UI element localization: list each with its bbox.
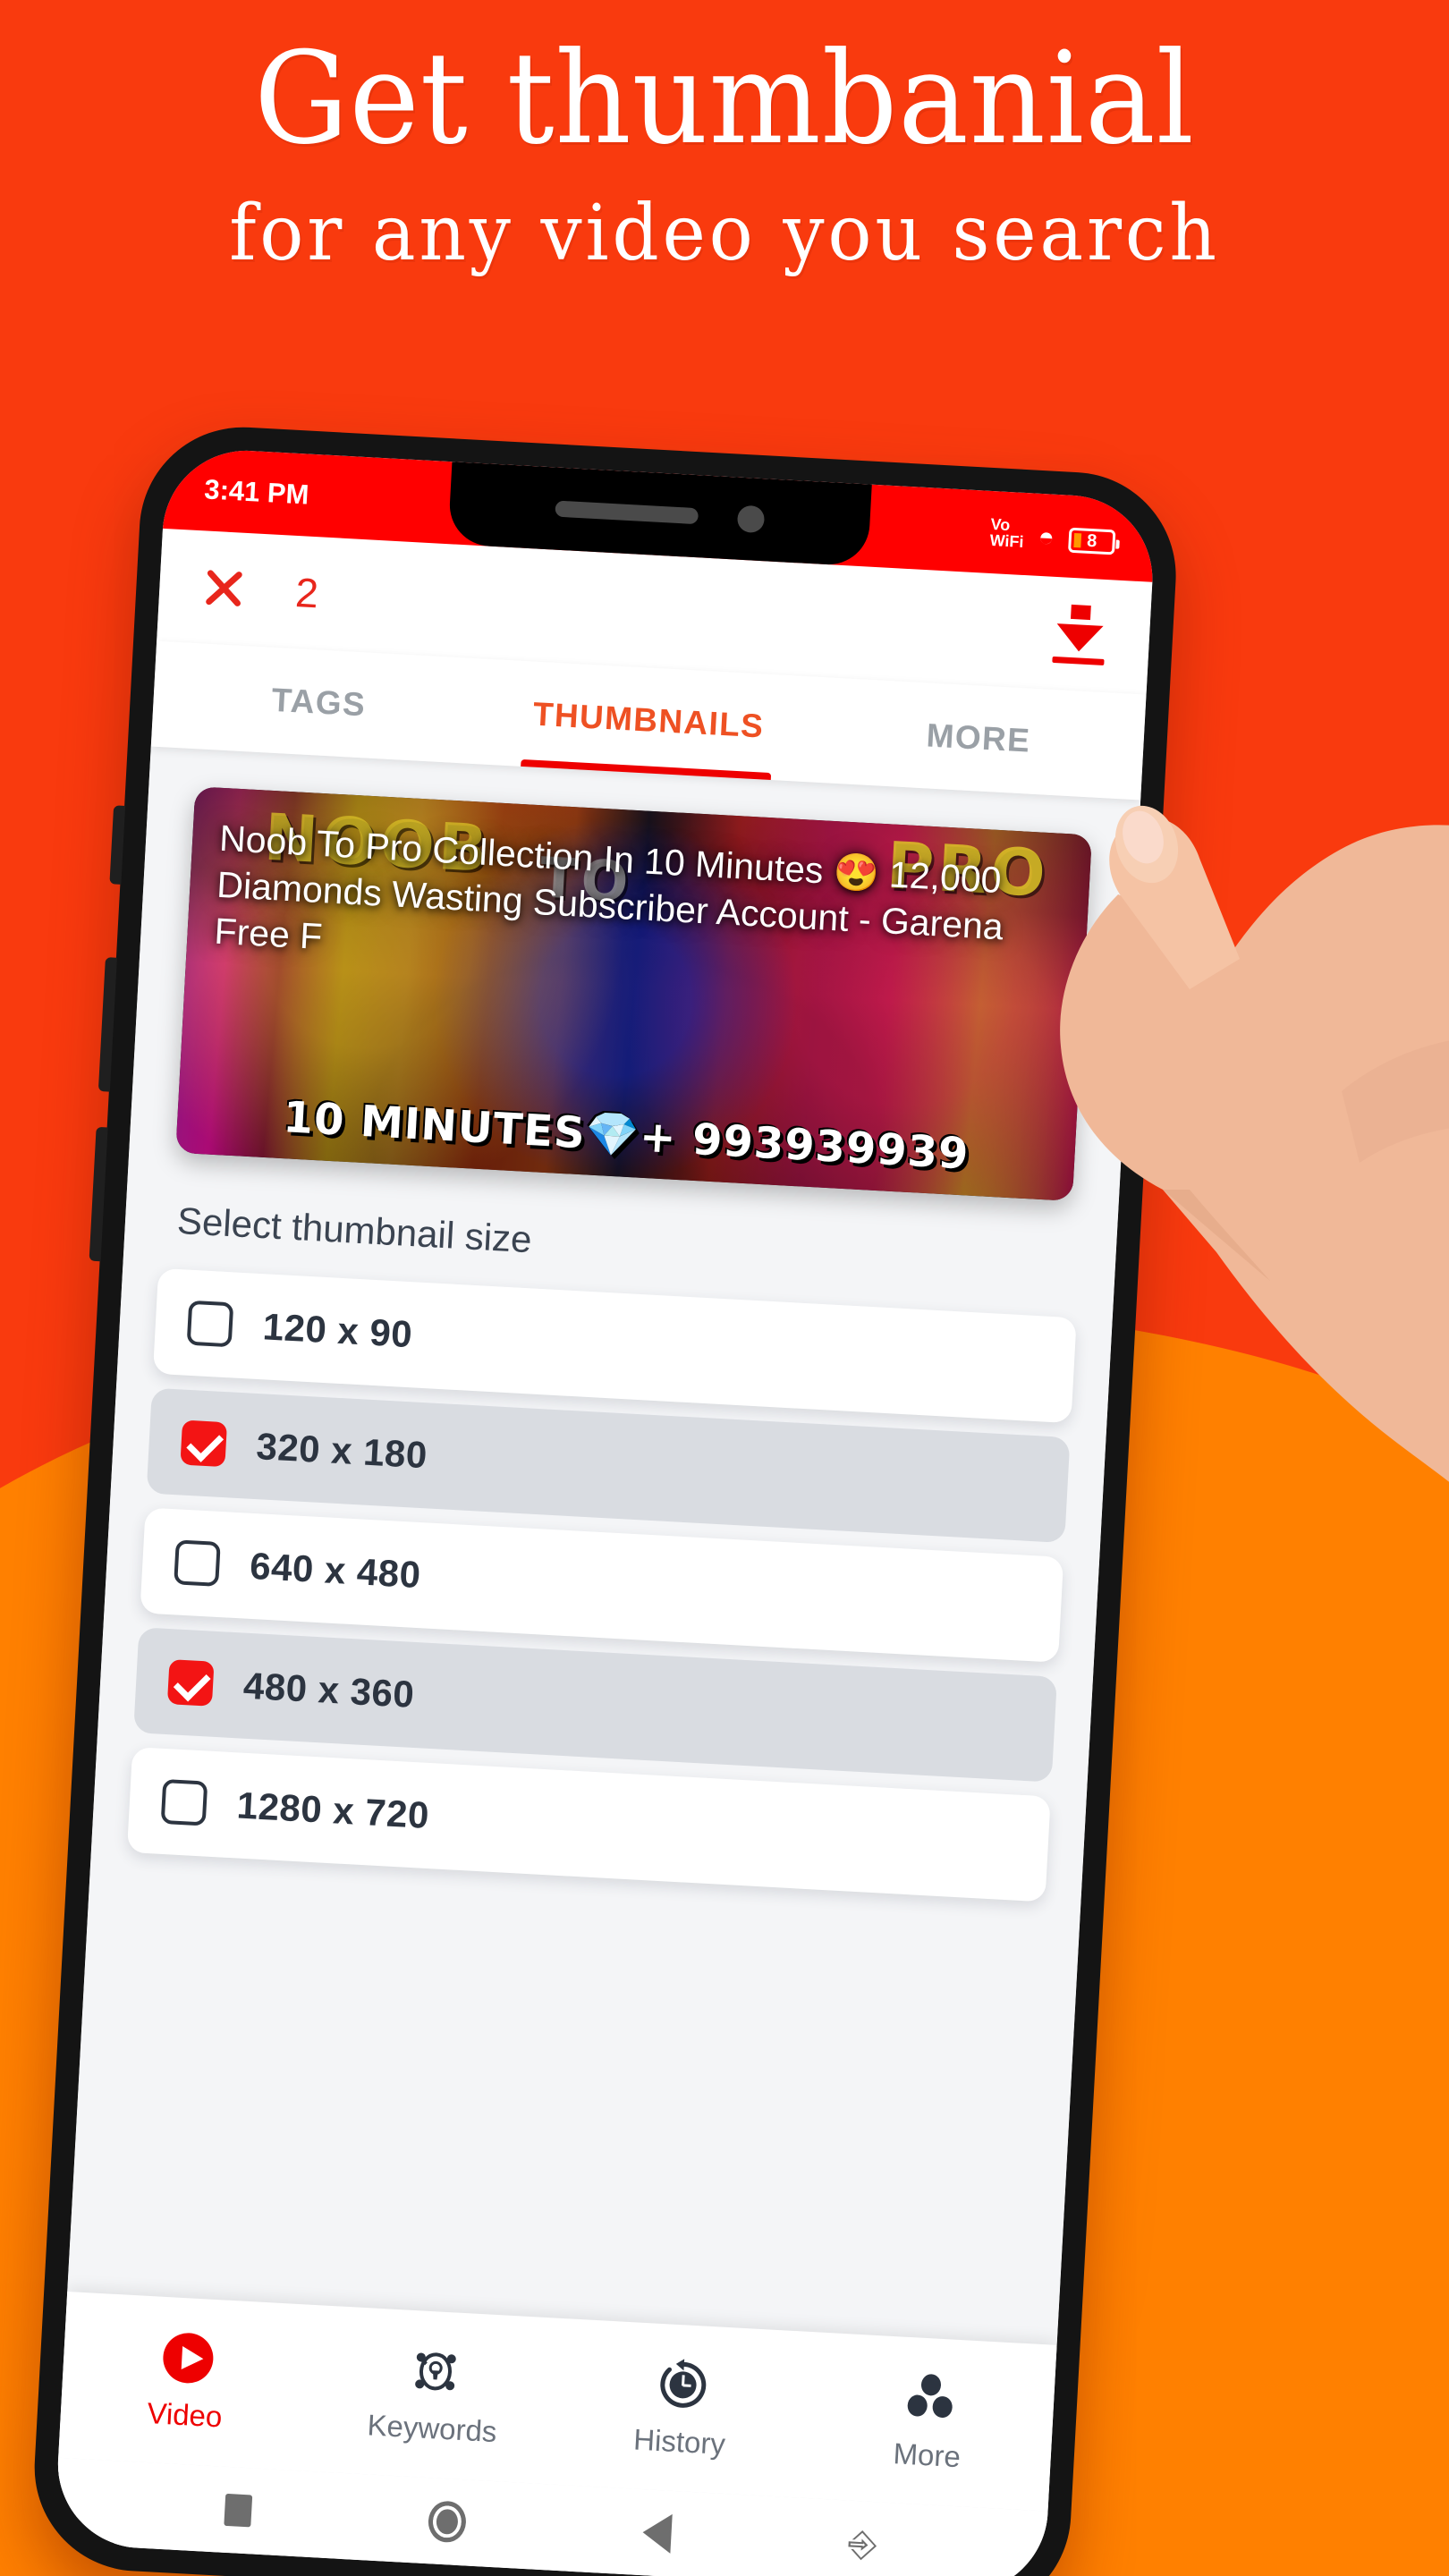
nav-item-keywords-label: Keywords — [366, 2408, 498, 2449]
checkbox-checked-icon[interactable] — [166, 1659, 215, 1707]
phone-side-button-volume-up — [97, 957, 117, 1092]
circle-home-icon[interactable] — [427, 2500, 468, 2544]
battery-icon: 8 — [1068, 527, 1116, 555]
size-option-label: 320 x 180 — [255, 1425, 429, 1477]
wifi-icon: ◓ — [1037, 521, 1055, 553]
download-icon[interactable] — [1049, 604, 1109, 665]
promo-banner: Get thumbanial for any video you search … — [0, 0, 1449, 2576]
tab-more[interactable]: MORE — [810, 677, 1146, 801]
checkbox-unchecked-icon[interactable] — [174, 1539, 221, 1587]
checkbox-checked-icon[interactable] — [180, 1419, 228, 1468]
close-icon[interactable] — [199, 564, 249, 613]
tab-thumbnails[interactable]: THUMBNAILS — [481, 659, 817, 783]
tab-thumbnails-label: THUMBNAILS — [531, 695, 766, 745]
keyhole-icon — [406, 2343, 464, 2401]
promo-headline: Get thumbanial — [254, 25, 1195, 173]
play-circle-icon — [158, 2329, 216, 2387]
download-base-bar — [1052, 657, 1105, 665]
download-arrow-stem — [1070, 604, 1091, 621]
phone-side-button-volume-down — [89, 1126, 108, 1262]
phone-side-button-mute — [109, 805, 126, 885]
size-option-label: 640 x 480 — [249, 1544, 422, 1597]
thumbnail-size-options: 120 x 90 320 x 180 640 x 480 480 x 360 1… — [126, 1267, 1077, 1902]
accessibility-icon[interactable]: ⎆ — [847, 2524, 877, 2565]
size-option-label: 480 x 360 — [242, 1664, 416, 1716]
front-camera-icon — [736, 504, 766, 534]
battery-level: 8 — [1086, 530, 1097, 552]
battery-fill — [1073, 532, 1082, 548]
promo-subheadline: for any video you search — [229, 189, 1220, 278]
selected-count: 2 — [293, 569, 320, 617]
nav-item-video[interactable]: Video — [60, 2324, 313, 2439]
tab-more-label: MORE — [925, 716, 1032, 759]
status-time: 3:41 PM — [203, 473, 310, 511]
earpiece-speaker — [555, 500, 699, 525]
nav-item-more-label: More — [892, 2436, 962, 2474]
status-icons: Vo WiFi ◓ 8 — [989, 515, 1116, 555]
promo-text-block: Get thumbanial for any video you search — [0, 25, 1449, 278]
volte-indicator: Vo WiFi — [989, 515, 1025, 551]
size-option-label: 120 x 90 — [261, 1305, 414, 1356]
checkbox-unchecked-icon[interactable] — [186, 1300, 234, 1348]
nav-item-history-label: History — [632, 2422, 726, 2461]
volte-line2: WiFi — [989, 530, 1024, 551]
tab-tags[interactable]: TAGS — [151, 641, 487, 765]
tab-tags-label: TAGS — [270, 681, 368, 724]
nav-item-video-label: Video — [146, 2396, 224, 2434]
size-option-label: 1280 x 720 — [235, 1784, 431, 1837]
history-clock-icon — [653, 2356, 711, 2414]
phone-screen: 3:41 PM Vo WiFi ◓ 8 2 TAGS THUMBNAILS MO… — [53, 445, 1157, 2576]
phone-mockup: 3:41 PM Vo WiFi ◓ 8 2 TAGS THUMBNAILS MO… — [29, 421, 1307, 2576]
download-arrow-head — [1055, 623, 1104, 653]
checkbox-unchecked-icon[interactable] — [160, 1778, 208, 1826]
square-recents-icon[interactable] — [224, 2493, 253, 2528]
triangle-back-icon[interactable] — [641, 2512, 673, 2554]
nav-item-history[interactable]: History — [555, 2351, 808, 2466]
phone-body: 3:41 PM Vo WiFi ◓ 8 2 TAGS THUMBNAILS MO… — [29, 421, 1182, 2576]
nav-item-keywords[interactable]: Keywords — [308, 2337, 561, 2453]
thumbnail-preview-card[interactable]: NOOB TO PRO 10 MINUTES💎+ 993939939 Noob … — [175, 786, 1092, 1201]
three-dots-icon — [901, 2369, 959, 2428]
nav-item-more[interactable]: More — [802, 2364, 1055, 2479]
